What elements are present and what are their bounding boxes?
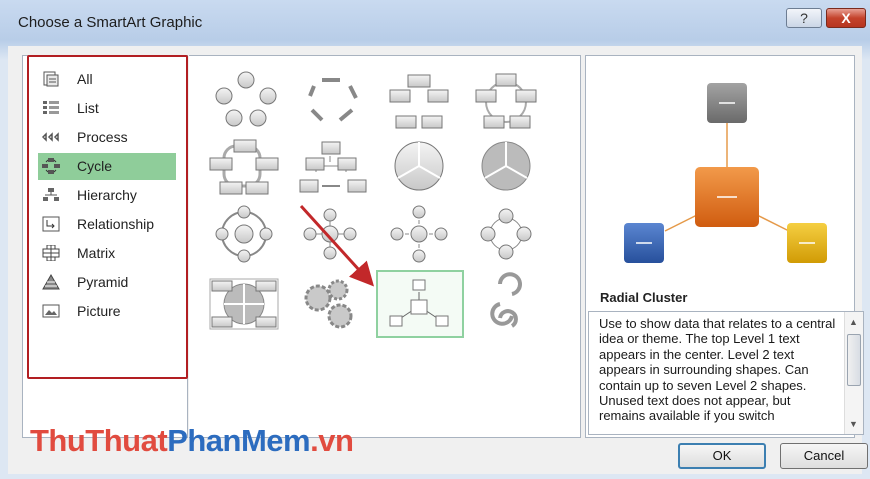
description-box: Use to show data that relates to a centr… (588, 311, 864, 435)
description-scrollbar[interactable]: ▲ ▼ (844, 312, 863, 434)
ok-button[interactable]: OK (678, 443, 766, 469)
scroll-thumb[interactable] (847, 334, 861, 386)
layout-block-cycle[interactable] (389, 74, 449, 129)
layout-radial-venn[interactable] (480, 208, 532, 260)
layout-radial-cycle[interactable] (215, 205, 273, 263)
cancel-button[interactable]: Cancel (780, 443, 868, 469)
layout-basic-cycle[interactable] (215, 71, 277, 127)
layout-nondirectional-cycle[interactable] (475, 73, 537, 129)
layout-radial-cluster[interactable] (376, 270, 464, 338)
scroll-down-icon[interactable]: ▼ (849, 419, 858, 429)
layout-segmented-cycle[interactable] (299, 141, 367, 193)
layout-text-cycle[interactable] (308, 78, 358, 122)
scroll-up-icon[interactable]: ▲ (849, 317, 858, 327)
layout-continuous-cycle[interactable] (209, 139, 279, 195)
preview-diagram (624, 83, 827, 263)
description-text: Use to show data that relates to a centr… (599, 316, 836, 424)
preview-title: Radial Cluster (600, 290, 688, 305)
watermark: ThuThuatPhanMem.vn (30, 423, 354, 458)
layout-basic-pie[interactable] (481, 141, 531, 191)
layout-circle-arrow-process[interactable] (490, 272, 522, 328)
layout-cycle-matrix[interactable] (209, 278, 279, 330)
layout-gear[interactable] (304, 279, 353, 329)
layout-diverging-radial[interactable] (390, 205, 448, 263)
layout-circular-pie[interactable] (394, 141, 444, 191)
